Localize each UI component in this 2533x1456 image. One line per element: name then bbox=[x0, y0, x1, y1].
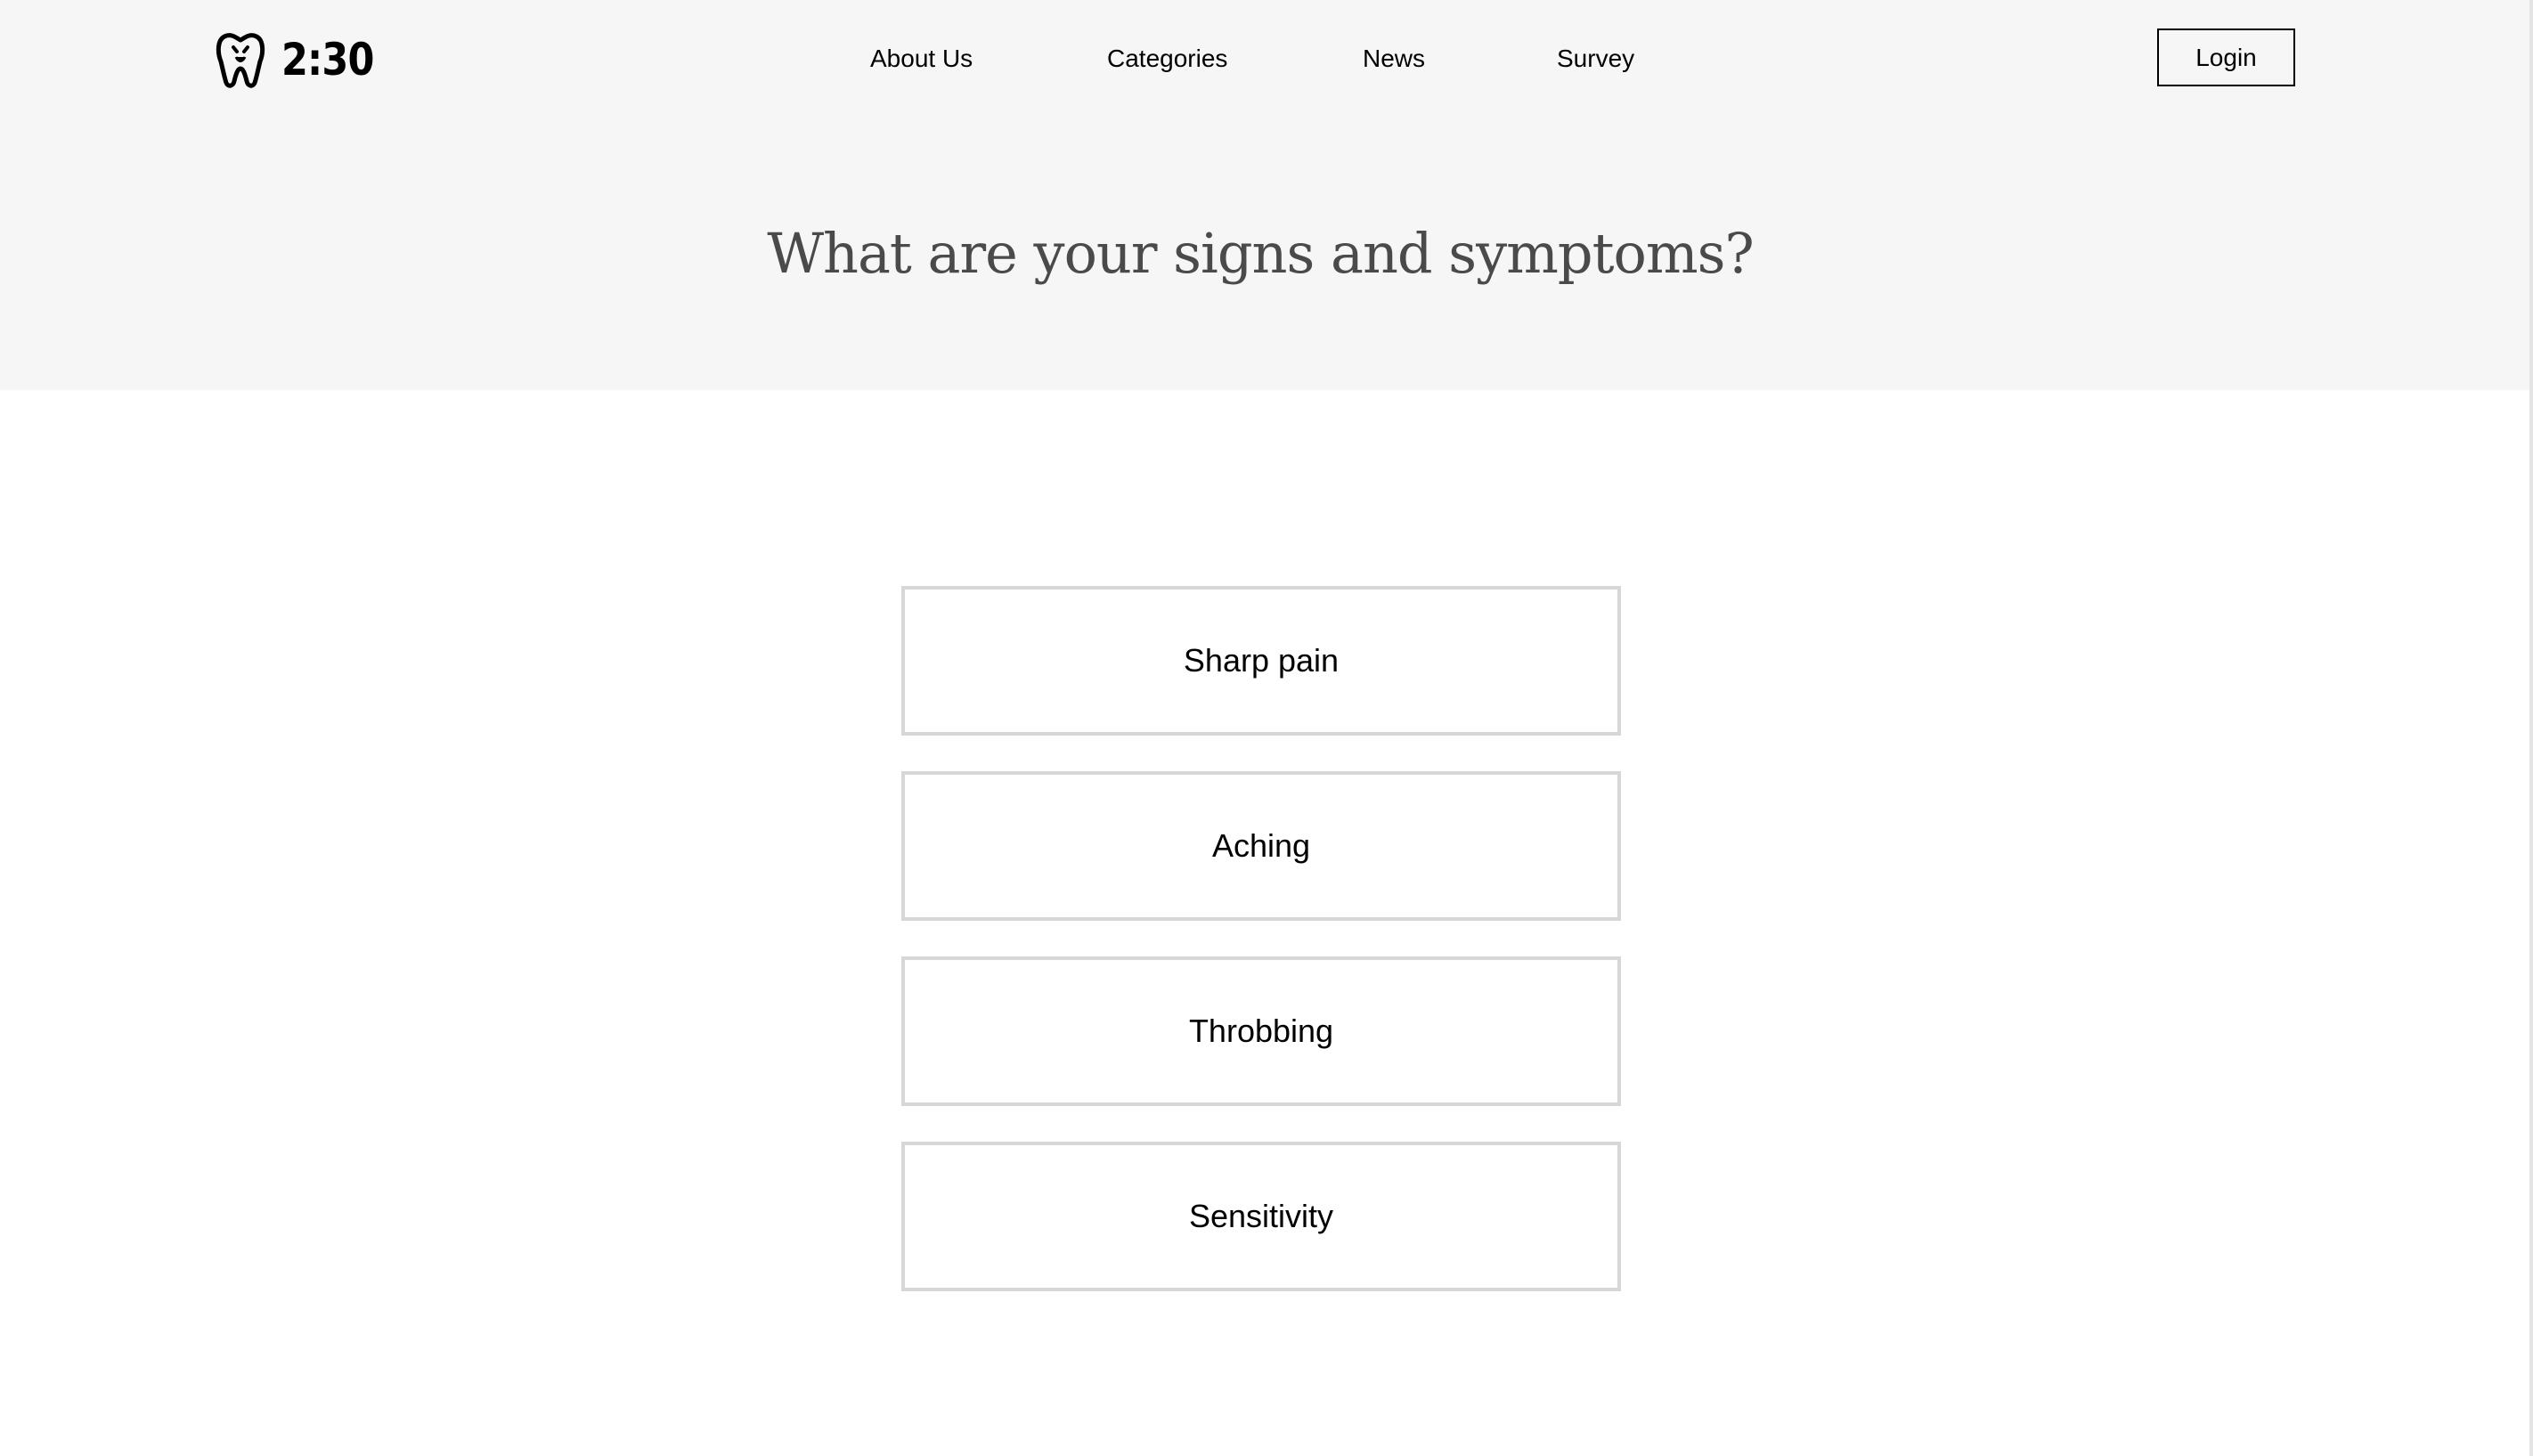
symptom-options: Sharp pain Aching Throbbing Sensitivity bbox=[901, 586, 1621, 1327]
nav-item-survey[interactable]: Survey bbox=[1557, 43, 1634, 75]
login-button[interactable]: Login bbox=[2157, 28, 2295, 86]
nav-item-news[interactable]: News bbox=[1363, 43, 1425, 75]
survey-page: 2:30 About Us Categories News Survey Log… bbox=[0, 0, 2533, 1456]
nav-item-categories[interactable]: Categories bbox=[1107, 43, 1227, 75]
page-title: What are your signs and symptoms? bbox=[767, 221, 1754, 286]
main-nav: About Us Categories News Survey bbox=[0, 43, 2533, 78]
window-edge bbox=[2529, 0, 2533, 1456]
symptom-option-aching[interactable]: Aching bbox=[901, 771, 1621, 921]
symptom-option-sharp-pain[interactable]: Sharp pain bbox=[901, 586, 1621, 736]
symptom-option-throbbing[interactable]: Throbbing bbox=[901, 956, 1621, 1106]
hero-section: 2:30 About Us Categories News Survey Log… bbox=[0, 0, 2533, 390]
symptom-option-sensitivity[interactable]: Sensitivity bbox=[901, 1142, 1621, 1291]
nav-item-about-us[interactable]: About Us bbox=[870, 43, 973, 75]
